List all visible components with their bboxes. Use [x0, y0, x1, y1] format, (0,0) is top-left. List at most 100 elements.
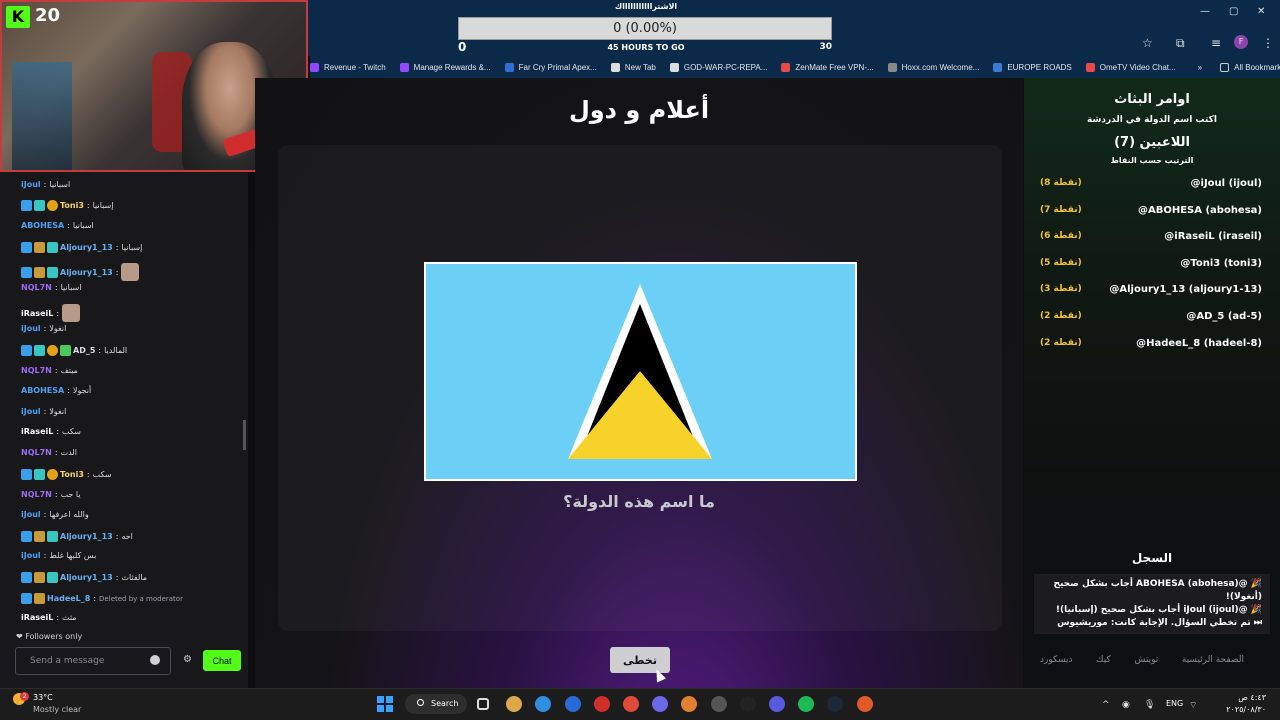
- task-view-icon[interactable]: [477, 698, 489, 710]
- chat-text: الدت: [60, 448, 77, 457]
- all-bookmarks[interactable]: All Bookmarks: [1220, 62, 1280, 72]
- player-points: (2 نقطة): [1040, 311, 1082, 321]
- store-icon[interactable]: [564, 696, 581, 712]
- brave-icon[interactable]: [856, 696, 873, 712]
- chat-username[interactable]: NQL7N: [21, 283, 52, 292]
- chat-separator: :: [56, 308, 60, 318]
- bookmark-item[interactable]: New Tab: [610, 62, 656, 72]
- bookmark-item[interactable]: Revenue - Twitch: [310, 62, 386, 72]
- chat-text: إسبانيا: [121, 243, 143, 252]
- chat-username[interactable]: NQL7N: [21, 490, 52, 499]
- chat-message: iJoul: اسبانيا: [21, 180, 70, 189]
- obs-icon[interactable]: [710, 696, 727, 712]
- footer-link[interactable]: كيك: [1096, 655, 1111, 665]
- chat-badge-icon: [34, 242, 45, 253]
- chat-username[interactable]: NQL7N: [21, 366, 52, 375]
- player-name: @iRaseiL (iraseil): [1164, 231, 1262, 243]
- clock-time[interactable]: ٤:٤٣ ص: [1210, 693, 1266, 702]
- maximize-icon[interactable]: ▢: [1229, 6, 1238, 17]
- microphone-icon[interactable]: 🎙: [1144, 700, 1155, 710]
- chat-username[interactable]: iRaseiL: [21, 613, 53, 622]
- chat-username[interactable]: iJoul: [21, 510, 41, 519]
- extensions-icon[interactable]: ⧉: [1176, 36, 1185, 51]
- bookmark-item[interactable]: Manage Rewards &...: [399, 62, 491, 72]
- footer-link[interactable]: تويتش: [1134, 655, 1158, 665]
- bookmark-label: Far Cry Primal Apex...: [518, 62, 597, 72]
- chat-separator: :: [86, 201, 90, 210]
- opera-icon[interactable]: [593, 696, 610, 712]
- chat-username[interactable]: HadeeL_8: [47, 594, 90, 603]
- profile-avatar[interactable]: F: [1234, 35, 1248, 49]
- close-icon[interactable]: ✕: [1257, 6, 1265, 17]
- start-icon[interactable]: [377, 696, 393, 712]
- teams-icon[interactable]: [769, 696, 785, 712]
- chat-separator: :: [67, 221, 70, 230]
- chat-send-button[interactable]: Chat: [203, 650, 241, 671]
- language-indicator[interactable]: ENG: [1166, 699, 1183, 708]
- bookmark-item[interactable]: GOD-WAR-PC-REPA...: [669, 62, 767, 72]
- minimize-icon[interactable]: —: [1200, 6, 1210, 17]
- footer-link[interactable]: الصفحة الرئيسية: [1182, 655, 1244, 665]
- network-icon[interactable]: ◉: [1122, 700, 1130, 710]
- bookmark-item[interactable]: EUROPE ROADS: [993, 62, 1072, 72]
- subscription-goal: الاشتراااااااااااك 0 (0.00%) 0 45 HOURS …: [458, 0, 834, 56]
- bookmark-item[interactable]: OmeTV Video Chat...: [1085, 62, 1176, 72]
- chat-message: ABOHESA: أنجولا: [21, 386, 91, 395]
- bookmark-label: OmeTV Video Chat...: [1099, 62, 1176, 72]
- chat-username[interactable]: AD_5: [73, 346, 95, 355]
- bookmark-item[interactable]: Hoxx.com Welcome...: [887, 62, 980, 72]
- bookmark-item[interactable]: ZenMate Free VPN-...: [781, 62, 874, 72]
- media-icon[interactable]: ≡: [1211, 36, 1221, 50]
- chat-username[interactable]: iJoul: [21, 180, 41, 189]
- chat-badge-icon: [34, 531, 45, 542]
- chat-username[interactable]: Toni3: [60, 201, 84, 210]
- chat-separator: :: [86, 470, 90, 479]
- chat-username[interactable]: NQL7N: [21, 448, 52, 457]
- chat-username[interactable]: iJoul: [21, 324, 41, 333]
- player-points: (7 نقطة): [1040, 204, 1082, 215]
- epic-games-icon[interactable]: [739, 696, 756, 712]
- chat-username[interactable]: iRaseiL: [21, 427, 53, 436]
- chat-separator: :: [43, 551, 47, 560]
- star-icon[interactable]: ☆: [1142, 36, 1153, 50]
- chat-username[interactable]: iRaseiL: [21, 309, 53, 318]
- gear-icon[interactable]: ⚙: [183, 654, 192, 665]
- bookmark-item[interactable]: Far Cry Primal Apex...: [504, 62, 597, 72]
- chat-username[interactable]: ABOHESA: [21, 386, 64, 395]
- footer-links: الصفحة الرئيسية تويتش كيك ديسكورد: [1040, 655, 1244, 665]
- emoji-icon[interactable]: [150, 655, 160, 665]
- wifi-icon[interactable]: ⌔: [1189, 700, 1197, 711]
- chat-badge-icon: [47, 266, 58, 278]
- player-points: (2 نقطة): [1040, 337, 1082, 348]
- chevron-up-icon[interactable]: ^: [1102, 700, 1110, 710]
- chevron-right-icon[interactable]: »: [1198, 63, 1202, 72]
- weather-temp: 33°C: [33, 693, 53, 702]
- player-name: @iJoul (ijoul): [1190, 178, 1262, 189]
- menu-icon[interactable]: ⋮: [1262, 36, 1274, 50]
- clock-date[interactable]: ٢٠٢٥/٠٨/٣٠: [1200, 705, 1266, 714]
- chat-username[interactable]: Aljoury1_13: [60, 532, 113, 541]
- chat-badge-icon: [21, 266, 32, 278]
- chat-text: سكب: [92, 470, 112, 479]
- chat-scrollbar[interactable]: [243, 420, 246, 450]
- chat-username[interactable]: ABOHESA: [21, 221, 64, 230]
- chat-separator: :: [54, 366, 58, 375]
- taskbar-search[interactable]: Search: [405, 694, 467, 714]
- goal-title: الاشتراااااااااااك: [614, 2, 678, 11]
- chat-text: المالديا: [104, 346, 128, 355]
- chrome-icon[interactable]: [623, 696, 639, 712]
- chat-username[interactable]: Toni3: [60, 470, 84, 479]
- chat-username[interactable]: Aljoury1_13: [60, 243, 113, 252]
- chat-message: iRaseiL: مثث: [21, 613, 77, 622]
- bookmark-label: ZenMate Free VPN-...: [795, 62, 874, 72]
- players-subtitle: الترتيب حسب النقاط: [1110, 156, 1194, 165]
- chat-input[interactable]: Send a message: [15, 647, 171, 675]
- chat-username[interactable]: Aljoury1_13: [60, 573, 113, 582]
- footer-link[interactable]: ديسكورد: [1040, 655, 1073, 665]
- chat-badge-icon: [34, 572, 45, 583]
- chat-username[interactable]: iJoul: [21, 407, 41, 416]
- chat-username[interactable]: iJoul: [21, 551, 41, 560]
- bookmark-label: Hoxx.com Welcome...: [901, 62, 980, 72]
- chat-username[interactable]: Aljoury1_13: [60, 268, 113, 277]
- commands-subtitle: اكتب اسم الدولة في الدردشة: [1087, 115, 1217, 125]
